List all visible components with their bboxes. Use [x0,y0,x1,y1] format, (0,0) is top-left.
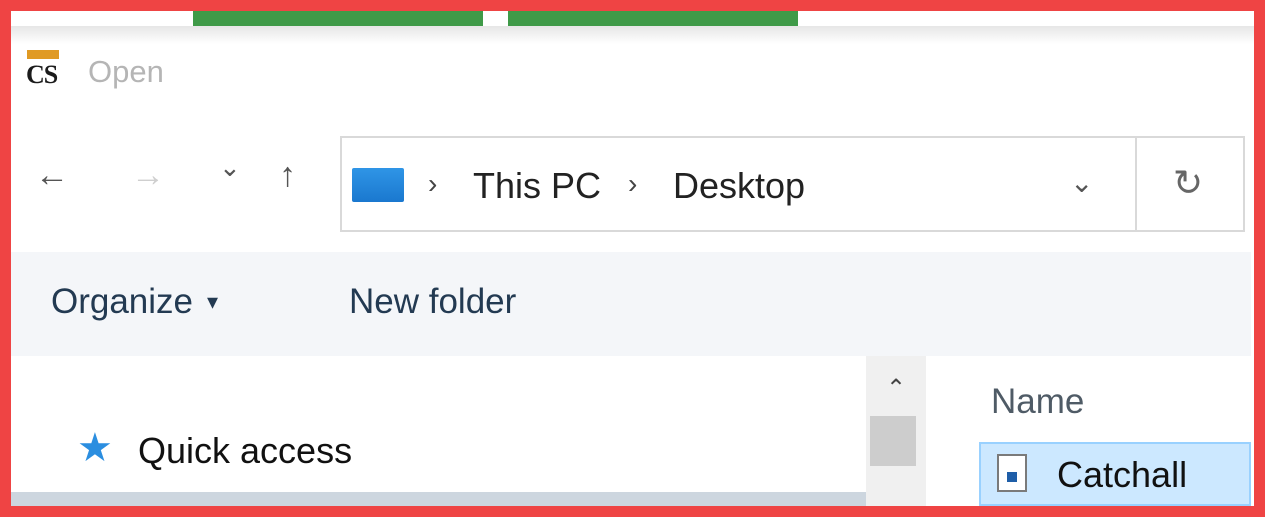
navigation-bar: ← → ⌄ ↑ › This PC › Desktop ⌄ ↻ [11,120,1251,240]
app-icon-tag [27,50,59,59]
file-name: Catchall [1057,454,1188,495]
column-header-name[interactable]: Name [991,382,1084,422]
command-toolbar: Organize ▾ New folder [11,252,1251,356]
title-bar[interactable]: CS Open [11,40,1251,100]
up-arrow-icon[interactable]: ↑ [279,158,296,192]
refresh-icon: ↻ [1173,162,1204,203]
breadcrumb-this-pc[interactable]: This PC [473,165,601,207]
cs-app-icon: CS [25,48,61,92]
image-file-icon [997,454,1027,492]
address-bar[interactable]: › This PC › Desktop ⌄ [340,136,1137,232]
window-title: Open [88,54,164,89]
organize-button[interactable]: Organize ▾ [51,282,218,322]
nav-item-partial[interactable] [11,492,866,506]
caret-down-icon: ▾ [207,289,219,314]
star-icon: ★ [77,426,113,470]
scrollbar-thumb[interactable] [870,416,916,466]
scroll-up-arrow-icon[interactable]: ⌃ [886,374,906,403]
recent-locations-chevron-icon[interactable]: ⌄ [219,150,241,184]
organize-label: Organize [51,282,194,321]
navigation-pane: ★ Quick access [11,356,866,506]
refresh-button[interactable]: ↻ [1137,136,1245,232]
back-arrow-icon[interactable]: ← [35,158,69,192]
new-folder-button[interactable]: New folder [349,282,516,322]
breadcrumb-desktop[interactable]: Desktop [673,165,805,207]
nav-item-quick-access[interactable]: Quick access [138,430,352,472]
this-pc-icon [352,168,404,202]
background-app-strip [0,0,1265,44]
forward-arrow-icon[interactable]: → [131,158,165,192]
breadcrumb-separator-icon[interactable]: › [428,168,437,200]
breadcrumb-separator-icon[interactable]: › [628,168,637,200]
file-list: Name Catchall [930,356,1251,506]
navigation-pane-scrollbar[interactable]: ⌃ [866,356,926,506]
app-icon-letters: CS [26,60,58,89]
file-row-catchall[interactable]: Catchall [979,442,1251,506]
address-dropdown-chevron-icon[interactable]: ⌄ [1070,166,1093,199]
